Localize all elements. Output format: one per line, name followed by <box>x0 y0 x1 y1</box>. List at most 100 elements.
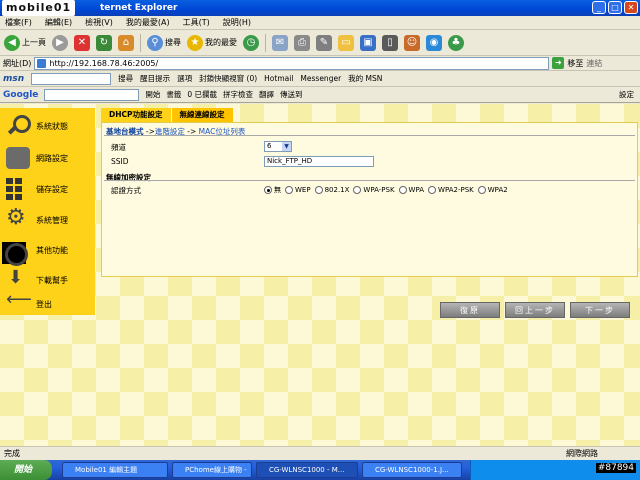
auth-option-label: 無 <box>274 186 281 194</box>
radio-icon <box>353 186 362 194</box>
back-label: 上一頁 <box>22 38 46 47</box>
previous-step-button[interactable]: 回上一步 <box>505 302 565 318</box>
menu-tools[interactable]: 工具(T) <box>183 16 210 29</box>
google-search-input[interactable] <box>44 88 140 101</box>
mobile01-logo: mobile01 <box>2 0 76 16</box>
menu-help[interactable]: 說明(H) <box>223 16 251 29</box>
google-spell-button[interactable]: 拼字檢查 <box>223 89 253 100</box>
taskbar-item[interactable]: CG-WLNSC1000-1.J... <box>362 462 462 478</box>
window-titlebar: mobile01 ternet Explorer _ □ ✕ <box>0 0 640 16</box>
maximize-button[interactable]: □ <box>608 1 622 14</box>
sidebar-item-admin[interactable]: 系統管理 <box>0 205 95 234</box>
forward-button[interactable]: ▶ <box>52 34 68 51</box>
msn-search-input[interactable] <box>31 72 112 85</box>
restore-button[interactable]: 復原 <box>440 302 500 318</box>
forward-arrow-icon: ▶ <box>52 34 68 51</box>
windows-taskbar: 開始 Mobile01 編輯主題 PChome線上購物 - CG-WLNSC10… <box>0 460 640 480</box>
auth-option-wpa-psk[interactable]: WPA-PSK <box>353 186 395 194</box>
google-sendto-button[interactable]: 傳送到 <box>280 89 303 100</box>
menu-favorites[interactable]: 我的最愛(A) <box>126 16 170 29</box>
auth-label: 認證方式 <box>111 186 141 195</box>
close-button[interactable]: ✕ <box>624 1 638 14</box>
status-text: 完成 <box>4 449 20 458</box>
refresh-icon[interactable]: ↻ <box>96 34 112 51</box>
msn-mymsn-button[interactable]: 我的 MSN <box>348 73 382 84</box>
google-bookmarks-button[interactable]: 書籤 <box>166 89 181 100</box>
tray-clock: #87894 <box>595 463 636 473</box>
links-button[interactable]: 連結 <box>586 58 602 69</box>
window-icon[interactable]: ▣ <box>360 34 376 51</box>
msn-messenger-button[interactable]: Messenger <box>300 74 341 83</box>
back-button[interactable]: ◀ 上一頁 <box>4 34 46 51</box>
folder-icon[interactable]: ▭ <box>338 34 354 51</box>
google-toolbar: Google 開始 書籤 0 已攔截 拼字檢查 翻譯 傳送到 設定 <box>0 87 640 103</box>
menu-edit[interactable]: 編輯(E) <box>45 16 72 29</box>
history-icon[interactable]: ◷ <box>243 34 259 51</box>
sidebar-item-status[interactable]: 系統狀態 <box>0 112 95 140</box>
taskbar-item[interactable]: Mobile01 編輯主題 <box>62 462 168 478</box>
device-icon[interactable]: ▯ <box>382 34 398 51</box>
go-button[interactable]: 移至 <box>567 58 583 69</box>
edit-icon[interactable]: ✎ <box>316 34 332 51</box>
sidebar-item-logout[interactable]: 登出 <box>0 289 95 318</box>
radio-icon <box>285 186 293 194</box>
minimize-button[interactable]: _ <box>592 1 606 14</box>
auth-option-none[interactable]: 無 <box>264 185 281 195</box>
google-go-button[interactable]: 開始 <box>145 89 160 100</box>
sidebar-item-storage[interactable]: 儲存設定 <box>0 175 95 203</box>
channel-select[interactable]: 6 ▼ <box>264 141 292 152</box>
google-blocked-count[interactable]: 0 已攔截 <box>187 89 217 100</box>
system-tray: #87894 <box>470 460 640 480</box>
address-input[interactable]: http://192.168.78.46:2005/ <box>34 56 550 70</box>
home-icon[interactable]: ⌂ <box>118 34 134 51</box>
print-icon[interactable]: ⎙ <box>294 34 310 51</box>
divider <box>104 135 635 136</box>
auth-option-wpa[interactable]: WPA <box>398 186 424 194</box>
next-step-button[interactable]: 下一步 <box>570 302 630 318</box>
go-arrow-icon[interactable]: ➜ <box>552 57 565 69</box>
channel-label: 頻道 <box>111 143 126 152</box>
sidebar-item-other[interactable]: 其他功能 <box>0 236 95 266</box>
start-button[interactable]: 開始 <box>0 460 52 480</box>
sidebar-item-label: 其他功能 <box>36 245 68 255</box>
sidebar-item-label: 系統狀態 <box>36 121 68 131</box>
extension-icon[interactable]: ◉ <box>426 34 442 51</box>
auth-option-wpa2[interactable]: WPA2 <box>477 186 508 194</box>
msn-options-button[interactable]: 選項 <box>177 73 192 84</box>
auth-option-8021x[interactable]: 802.1X <box>314 186 349 194</box>
msn-hotmail-button[interactable]: Hotmail <box>264 74 293 83</box>
ssid-input[interactable]: Nick_FTP_HD <box>264 156 374 167</box>
back-arrow-icon: ◀ <box>4 34 20 51</box>
page-icon <box>37 58 47 68</box>
radio-icon <box>477 186 486 194</box>
msn-logo: msn <box>3 73 25 84</box>
divider <box>104 180 635 181</box>
taskbar-item[interactable]: PChome線上購物 - <box>172 462 252 478</box>
favorites-button[interactable]: ★ 我的最愛 <box>187 34 237 51</box>
google-translate-button[interactable]: 翻譯 <box>259 89 274 100</box>
auth-option-label: WPA2-PSK <box>438 186 474 194</box>
search-button[interactable]: ⚲ 搜尋 <box>147 34 181 51</box>
logout-arrow-icon <box>6 289 32 315</box>
google-settings-button[interactable]: 設定 <box>619 89 634 100</box>
menu-view[interactable]: 檢視(V) <box>85 16 113 29</box>
messenger-icon[interactable]: ☺ <box>404 34 420 51</box>
menu-file[interactable]: 檔案(F) <box>5 16 32 29</box>
auth-option-wpa2-psk[interactable]: WPA2-PSK <box>428 186 474 194</box>
address-label: 網址(D) <box>3 58 32 68</box>
tab-wireless[interactable]: 無線連線設定 <box>171 108 233 122</box>
wireless-settings-panel: 基地台模式 ->進階設定 -> MAC位址列表 頻道 6 ▼ SSID Nick… <box>101 122 638 277</box>
msn-search-button[interactable]: 搜尋 <box>118 73 133 84</box>
auth-option-label: WEP <box>295 186 311 194</box>
tab-dhcp[interactable]: DHCP功能設定 <box>101 108 171 122</box>
people-icon[interactable]: ♣ <box>448 34 464 51</box>
auth-option-wep[interactable]: WEP <box>285 186 311 194</box>
taskbar-item[interactable]: CG-WLNSC1000 - M... <box>256 462 358 478</box>
auth-radio-group: 無 WEP 802.1X WPA-PSK WPA WPA2-PSK WPA2 <box>264 185 508 195</box>
msn-popup-blocker[interactable]: 封鎖快顯視窗 (0) <box>199 73 257 84</box>
msn-highlight-button[interactable]: 醒目提示 <box>140 73 170 84</box>
stop-icon[interactable]: ✕ <box>74 34 90 51</box>
mail-icon[interactable]: ✉ <box>272 34 288 51</box>
sidebar-item-network[interactable]: 網路設定 <box>0 144 95 172</box>
radio-selected-icon <box>264 186 272 194</box>
